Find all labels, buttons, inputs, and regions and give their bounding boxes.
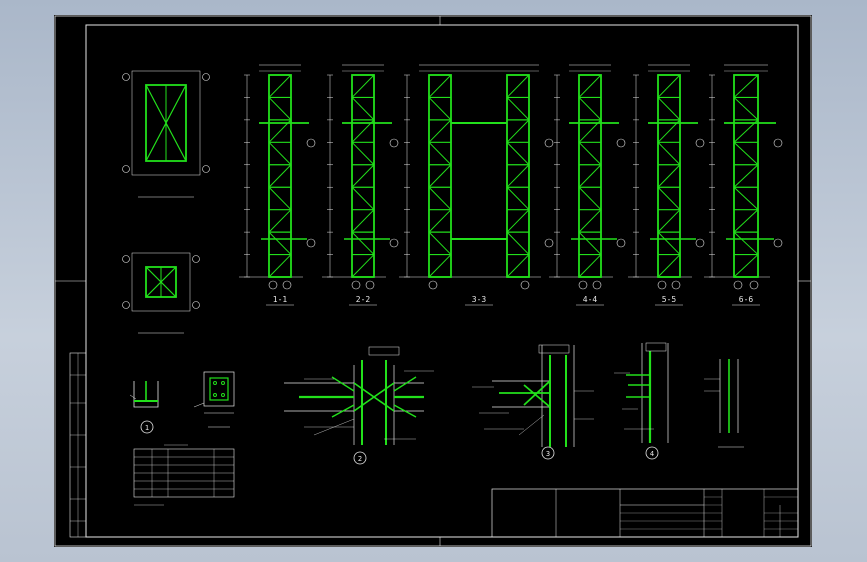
section-label-s5: 5-5 xyxy=(662,295,677,304)
detail-label-d1: 1 xyxy=(145,424,149,432)
inner-frame xyxy=(85,24,799,538)
section-label-s4: 4-4 xyxy=(583,295,598,304)
section-label-s2: 2-2 xyxy=(356,295,371,304)
drawing-sheet[interactable]: 1-1 2-2 3-3 4-4 5-5 6-6 1 2 3 4 xyxy=(54,15,812,547)
elevation-s3: 3-3 xyxy=(399,64,554,306)
detail-3-drawing xyxy=(472,344,594,460)
title-block xyxy=(491,488,799,538)
plan-view-upper xyxy=(122,70,210,198)
elevation-s2: 2-2 xyxy=(322,64,399,306)
detail-4-drawing xyxy=(614,342,669,460)
section-label-s6: 6-6 xyxy=(739,295,754,304)
elevation-s4: 4-4 xyxy=(549,64,626,306)
plate-detail xyxy=(193,371,235,428)
revision-strip xyxy=(69,352,87,538)
cad-drawing: 1-1 2-2 3-3 4-4 5-5 6-6 123 4 xyxy=(54,15,812,547)
section-label-s1: 1-1 xyxy=(273,295,288,304)
elevation-s1: 1-1 xyxy=(239,64,316,306)
detail-label-d3: 3 xyxy=(546,450,550,458)
detail-label-d2: 2 xyxy=(358,455,362,463)
section-column-drawing xyxy=(704,359,744,448)
detail-2-drawing xyxy=(284,346,434,465)
plan-view-lower xyxy=(122,252,200,334)
section-label-s3: 3-3 xyxy=(472,295,487,304)
elevation-s5: 5-5 xyxy=(628,64,705,306)
detail-label-d4: 4 xyxy=(650,450,654,458)
elevation-s6: 6-6 xyxy=(704,64,783,306)
material-schedule-table xyxy=(133,444,235,506)
